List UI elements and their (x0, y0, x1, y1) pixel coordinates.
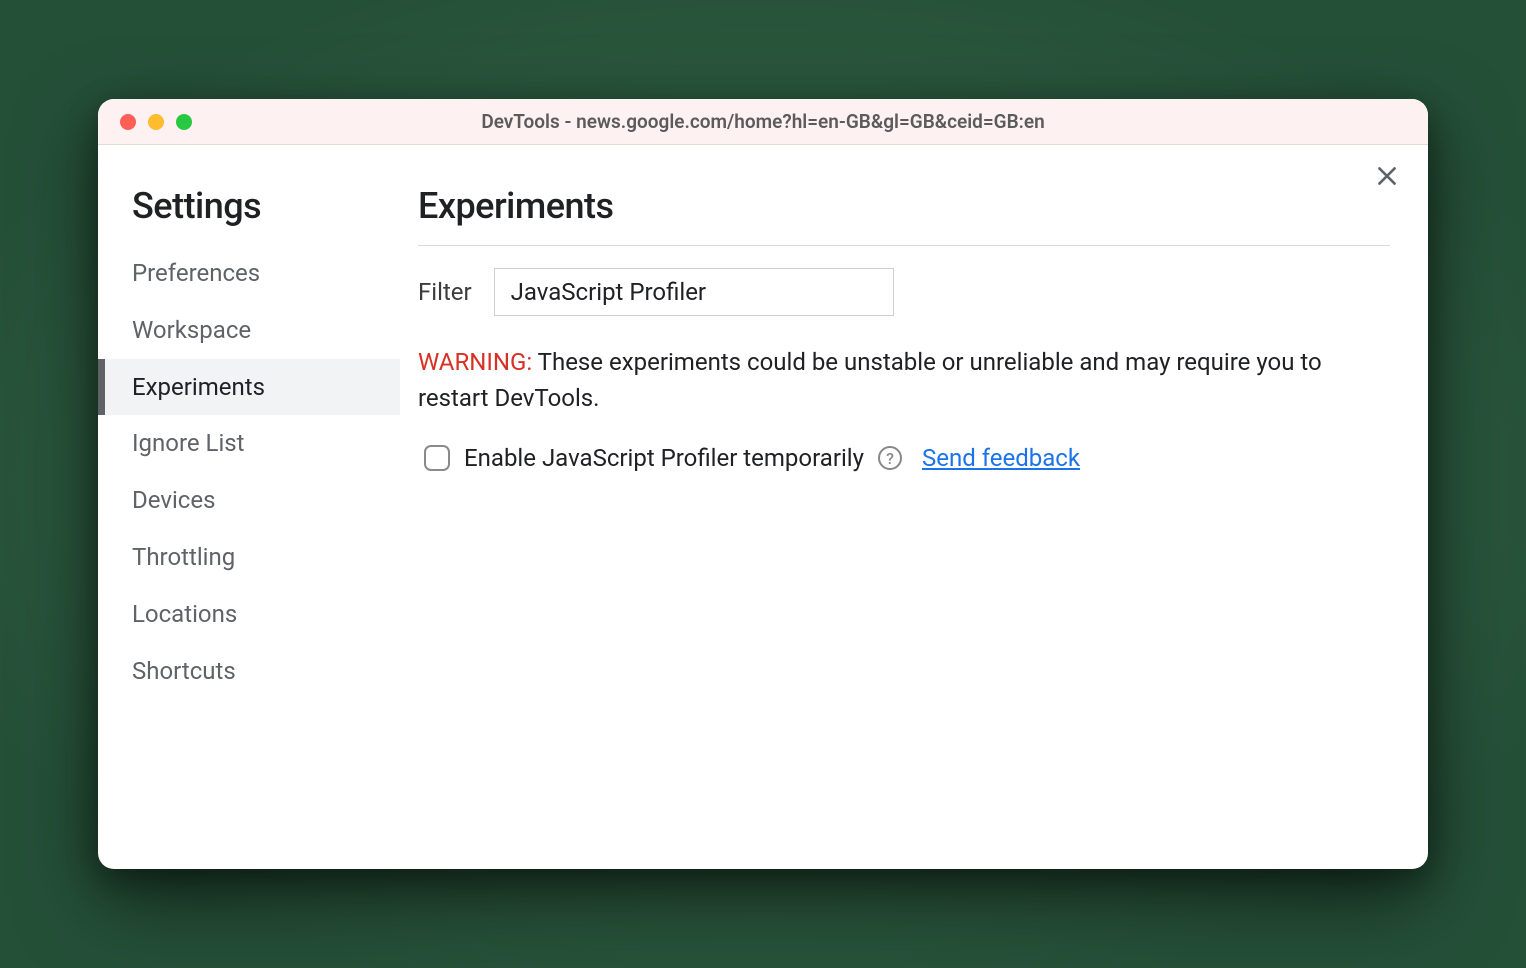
send-feedback-link[interactable]: Send feedback (922, 444, 1080, 472)
warning-message: WARNING: These experiments could be unst… (418, 344, 1390, 416)
sidebar-item-shortcuts[interactable]: Shortcuts (98, 643, 400, 700)
pane-title: Experiments (418, 185, 1390, 227)
window-title: DevTools - news.google.com/home?hl=en-GB… (98, 110, 1428, 133)
sidebar-item-workspace[interactable]: Workspace (98, 302, 400, 359)
settings-sidebar: Settings Preferences Workspace Experimen… (98, 145, 400, 869)
divider (418, 245, 1390, 246)
settings-panel: Settings Preferences Workspace Experimen… (98, 145, 1428, 869)
warning-body: These experiments could be unstable or u… (418, 348, 1322, 412)
sidebar-item-throttling[interactable]: Throttling (98, 529, 400, 586)
warning-label: WARNING: (418, 348, 532, 376)
window-minimize-button[interactable] (148, 114, 164, 130)
filter-row: Filter (418, 268, 1390, 316)
close-settings-button[interactable] (1374, 163, 1400, 189)
close-icon (1374, 163, 1400, 189)
filter-label: Filter (418, 278, 472, 306)
window-zoom-button[interactable] (176, 114, 192, 130)
experiment-label: Enable JavaScript Profiler temporarily (464, 444, 864, 472)
experiment-checkbox[interactable] (424, 445, 450, 471)
sidebar-item-preferences[interactable]: Preferences (98, 245, 400, 302)
filter-input[interactable] (494, 268, 894, 316)
devtools-window: DevTools - news.google.com/home?hl=en-GB… (98, 99, 1428, 869)
experiments-pane: Experiments Filter WARNING: These experi… (400, 145, 1428, 869)
help-icon[interactable]: ? (878, 446, 902, 470)
titlebar: DevTools - news.google.com/home?hl=en-GB… (98, 99, 1428, 145)
traffic-lights (98, 114, 192, 130)
window-close-button[interactable] (120, 114, 136, 130)
settings-title: Settings (98, 185, 400, 245)
sidebar-item-experiments[interactable]: Experiments (98, 359, 400, 416)
experiment-row: Enable JavaScript Profiler temporarily ?… (418, 444, 1390, 472)
sidebar-item-locations[interactable]: Locations (98, 586, 400, 643)
sidebar-item-ignore-list[interactable]: Ignore List (98, 415, 400, 472)
sidebar-item-devices[interactable]: Devices (98, 472, 400, 529)
